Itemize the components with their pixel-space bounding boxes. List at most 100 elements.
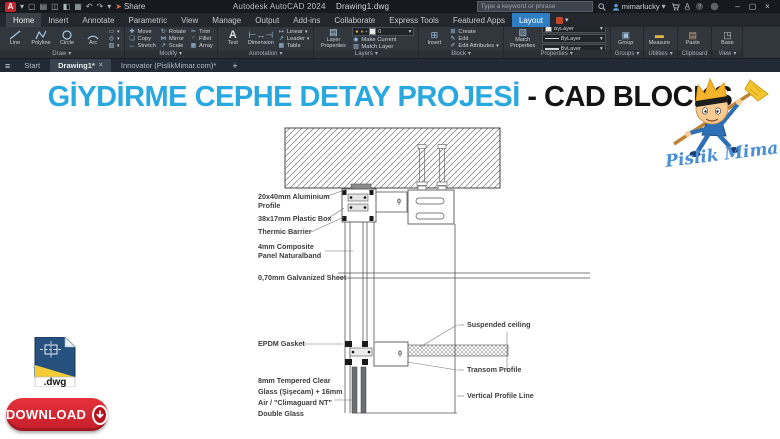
- label-transom-profile: Transom Profile: [467, 365, 521, 374]
- insert-block-icon: ⊞: [431, 31, 439, 40]
- layer-freeze-icon: ●: [360, 29, 363, 35]
- text-tool[interactable]: A Text: [222, 31, 244, 47]
- saveas-icon[interactable]: ◧: [63, 2, 71, 12]
- account-button[interactable]: mimarlucky ▾: [612, 2, 666, 12]
- panel-label-modify[interactable]: Modify ▾: [125, 50, 217, 58]
- group-tool[interactable]: ▣ Group: [615, 31, 637, 47]
- make-current-tool[interactable]: ◉Make Current: [352, 37, 414, 43]
- line-tool[interactable]: Line: [4, 30, 26, 47]
- dimension-tool[interactable]: ⊢↔⊣ Dimension: [248, 31, 274, 47]
- mirror-tool[interactable]: ⋈Mirror: [160, 36, 186, 42]
- panel-label-block[interactable]: Block ▾: [419, 50, 502, 58]
- polyline-icon: [35, 30, 47, 40]
- panel-label-view[interactable]: View ▾: [712, 50, 742, 58]
- block-edit-tool[interactable]: ✎Edit: [449, 36, 498, 42]
- autocad-logo-icon[interactable]: A: [5, 2, 16, 12]
- maximize-button[interactable]: ▢: [745, 0, 760, 13]
- app-store-icon[interactable]: [670, 1, 681, 12]
- panel-label-layers[interactable]: Layers ▾: [314, 50, 418, 58]
- close-button[interactable]: ×: [760, 0, 775, 13]
- open-file-icon[interactable]: ▤: [40, 2, 48, 12]
- tab-home[interactable]: Home: [6, 13, 41, 27]
- copy-tool[interactable]: ❏Copy: [129, 36, 156, 42]
- app-menu-chevron-icon[interactable]: ▾: [20, 2, 24, 12]
- paste-tool[interactable]: ▤ Paste: [682, 31, 704, 47]
- measure-tool[interactable]: ▬ Measure: [648, 31, 670, 47]
- tab-featured-apps[interactable]: Featured Apps: [446, 13, 512, 27]
- color-select[interactable]: ByLayer ▾: [542, 27, 606, 33]
- ellipse-tool[interactable]: ◎▾: [108, 36, 120, 42]
- panel-label-annotation[interactable]: Annotation ▾: [218, 50, 314, 58]
- match-properties-tool[interactable]: ▨ Match Properties: [508, 28, 538, 49]
- download-button[interactable]: DOWNLOAD: [6, 398, 108, 431]
- line-icon: [9, 30, 21, 40]
- arc-tool[interactable]: Arc: [82, 30, 104, 47]
- fillet-tool[interactable]: ◜Fillet: [190, 36, 213, 42]
- panel-label-clipboard[interactable]: Clipboard: [678, 50, 712, 58]
- new-tab-button[interactable]: +: [226, 61, 243, 71]
- autodesk-apps-icon[interactable]: A̲: [685, 2, 690, 12]
- save-icon[interactable]: ◫: [51, 2, 59, 12]
- scale-tool[interactable]: ↗Scale: [160, 43, 186, 49]
- edit-attributes-tool[interactable]: ✐Edit Attributes▾: [449, 43, 498, 49]
- help-icon[interactable]: ?: [694, 1, 705, 12]
- stretch-tool[interactable]: ↔Stretch: [129, 43, 156, 49]
- tab-insert[interactable]: Insert: [41, 13, 75, 27]
- array-tool[interactable]: ▦Array: [190, 43, 213, 49]
- tab-view[interactable]: View: [174, 13, 205, 27]
- tab-drawing1[interactable]: Drawing1* ×: [50, 59, 111, 73]
- block-create-tool[interactable]: ⊞Create: [449, 29, 498, 35]
- tab-start[interactable]: Start: [16, 59, 48, 73]
- undo-icon[interactable]: ↶: [86, 2, 93, 12]
- trim-tool[interactable]: ✂Trim: [190, 29, 213, 35]
- minimize-button[interactable]: –: [730, 0, 745, 13]
- move-tool[interactable]: ✚Move: [129, 29, 156, 35]
- qat-chevron-icon[interactable]: ▾: [107, 2, 111, 12]
- brand-script-text: Pislik Mimar: [663, 137, 778, 172]
- dwg-file-icon[interactable]: .dwg: [33, 337, 77, 387]
- tab-collaborate[interactable]: Collaborate: [327, 13, 382, 27]
- table-tool[interactable]: ▦Table: [278, 43, 310, 49]
- label-plastic-box: 38x17mm Plastic Box: [258, 214, 332, 223]
- tab-manage[interactable]: Manage: [205, 13, 248, 27]
- notification-icon[interactable]: [709, 1, 720, 12]
- tab-innovator[interactable]: Innovator (PislikMimar.com)*: [113, 59, 224, 73]
- redo-icon[interactable]: ↷: [97, 2, 104, 12]
- leader-tool[interactable]: ↗Leader▾: [278, 36, 310, 42]
- base-view-tool[interactable]: ◳ Base: [716, 31, 738, 47]
- ribbon-options-button[interactable]: ▾: [550, 13, 575, 27]
- tab-addins[interactable]: Add-ins: [286, 13, 327, 27]
- polyline-tool[interactable]: Polyline: [30, 30, 52, 47]
- rectangle-tool[interactable]: ▭▾: [108, 29, 120, 35]
- hatch-tool[interactable]: ▨▾: [108, 43, 120, 49]
- rotate-tool[interactable]: ↻Rotate: [160, 29, 186, 35]
- panel-label-utilities[interactable]: Utilities ▾: [644, 50, 676, 58]
- chevron-down-icon: ▾: [670, 50, 673, 58]
- linetype-select[interactable]: ByLayer ▾: [542, 34, 606, 43]
- download-arrow-icon: [92, 405, 108, 425]
- label-double-glass-3: Air / "Climaguard NT": [258, 398, 332, 407]
- close-tab-icon[interactable]: ×: [99, 61, 103, 71]
- tab-annotate[interactable]: Annotate: [75, 13, 121, 27]
- tab-express-tools[interactable]: Express Tools: [382, 13, 446, 27]
- panel-label-properties[interactable]: Properties ▾: [504, 50, 610, 58]
- new-file-icon[interactable]: ▢: [28, 2, 36, 12]
- paste-icon: ▤: [689, 31, 698, 40]
- linear-tool[interactable]: ↦Linear▾: [278, 29, 310, 35]
- search-input[interactable]: [477, 1, 593, 12]
- layer-select[interactable]: ● ● ▪ 0 ▾: [352, 27, 414, 36]
- search-icon[interactable]: [597, 1, 608, 12]
- share-icon: ➤: [115, 2, 122, 11]
- panel-label-draw[interactable]: Draw ▾: [0, 50, 124, 58]
- layer-properties-tool[interactable]: ▤ Layer Properties: [318, 28, 348, 49]
- circle-tool[interactable]: Circle: [56, 30, 78, 47]
- label-double-glass-4: Double Glass: [258, 409, 304, 418]
- tab-layout[interactable]: Layout: [512, 13, 550, 27]
- panel-label-groups[interactable]: Groups ▾: [611, 50, 644, 58]
- tab-output[interactable]: Output: [248, 13, 286, 27]
- hamburger-menu-icon[interactable]: ≡: [5, 61, 10, 71]
- insert-block-tool[interactable]: ⊞ Insert: [423, 31, 445, 47]
- share-button[interactable]: ➤ Share: [115, 2, 145, 11]
- plot-icon[interactable]: ▦: [74, 2, 82, 12]
- tab-parametric[interactable]: Parametric: [121, 13, 174, 27]
